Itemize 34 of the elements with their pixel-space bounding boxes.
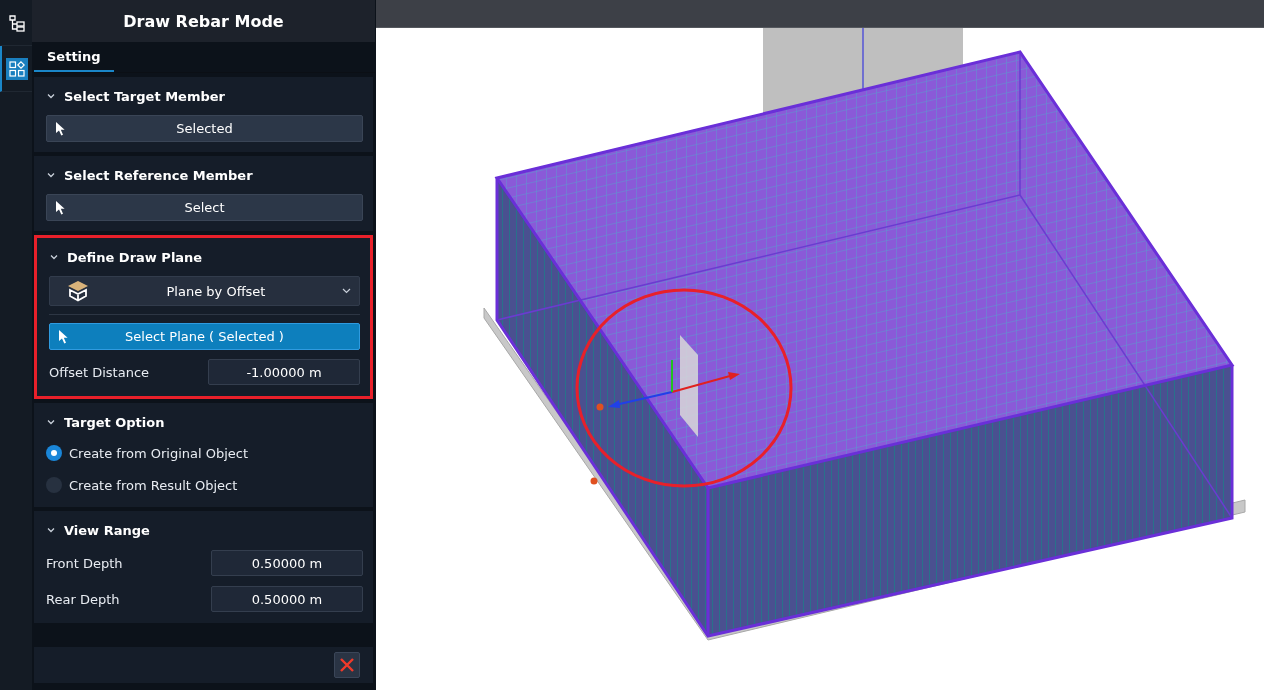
select-button[interactable]: Select [46, 194, 363, 221]
select-button[interactable]: Selected [46, 115, 363, 142]
section-title: Define Draw Plane [67, 249, 203, 265]
chevron-icon[interactable] [49, 252, 59, 262]
plane-method-dropdown[interactable]: Plane by Offset [49, 276, 360, 306]
select-button[interactable]: Select Plane ( Selected ) [49, 323, 360, 350]
value-field[interactable]: -1.00000 m [208, 359, 360, 385]
field-label: Front Depth [46, 555, 123, 571]
field-label: Offset Distance [49, 364, 150, 380]
close-button[interactable] [334, 652, 360, 678]
widgets-icon [9, 60, 25, 77]
cube-icon [66, 280, 90, 302]
tab[interactable]: Setting [34, 42, 114, 72]
chevron-icon[interactable] [46, 525, 56, 535]
section-title: Target Option [64, 414, 165, 430]
section-title: Select Target Member [64, 88, 225, 104]
close-icon [340, 658, 354, 672]
pointer-icon [56, 201, 66, 215]
value-field[interactable]: 0.50000 m [211, 550, 363, 576]
radio-button[interactable] [46, 445, 62, 461]
chevron-icon[interactable] [46, 170, 56, 180]
chevron-icon[interactable] [46, 91, 56, 101]
radio-label: Create from Result Object [69, 477, 238, 493]
value-field[interactable]: 0.50000 m [211, 586, 363, 612]
pointer-icon [59, 330, 69, 344]
section-title: Select Reference Member [64, 167, 253, 183]
caret-icon [342, 288, 351, 294]
field-label: Rear Depth [46, 591, 120, 607]
pointer-icon [56, 122, 66, 136]
section-title: View Range [64, 522, 150, 538]
tree-icon [8, 13, 26, 32]
chevron-icon[interactable] [46, 417, 56, 427]
radio-label: Create from Original Object [69, 445, 249, 461]
panel-title: Draw Rebar Mode [32, 0, 375, 42]
